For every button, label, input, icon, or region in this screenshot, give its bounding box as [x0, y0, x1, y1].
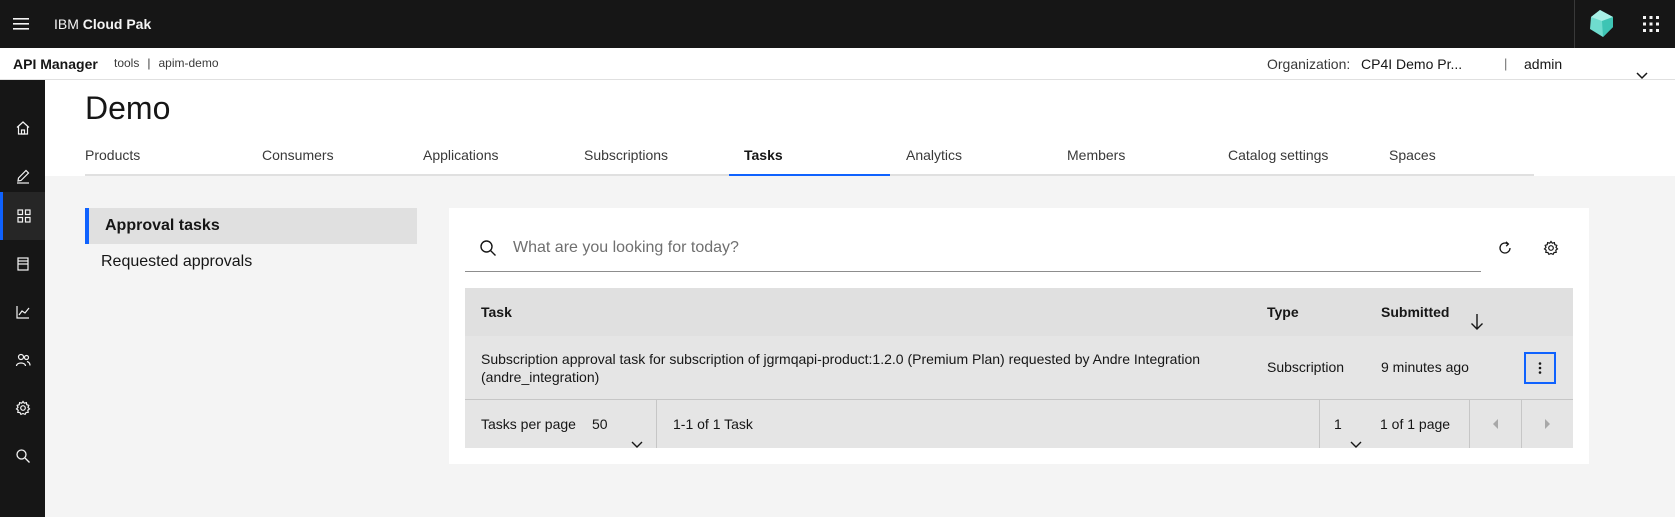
catalog-tabs: Products Consumers Applications Subscrip… — [85, 136, 1534, 176]
tab-label: Consumers — [262, 147, 334, 163]
tab-members[interactable]: Members — [1051, 136, 1212, 176]
tab-label: Spaces — [1389, 147, 1436, 163]
task-cell: Subscription approval task for subscript… — [481, 351, 1201, 385]
breadcrumb: tools | apim-demo — [114, 48, 219, 79]
tab-analytics[interactable]: Analytics — [890, 136, 1051, 176]
tab-label: Tasks — [744, 147, 783, 163]
search-icon — [479, 239, 497, 262]
page-header: Demo Products Consumers Applications Sub… — [45, 80, 1675, 176]
previous-page-icon[interactable] — [1470, 400, 1520, 448]
subnav-item-requested-approvals[interactable]: Requested approvals — [85, 244, 417, 280]
brand[interactable]: IBM Cloud Pak — [54, 0, 151, 48]
tab-label: Analytics — [906, 147, 963, 163]
organization-selector[interactable]: CP4I Demo Pr... — [1361, 48, 1491, 80]
secondary-header: API Manager tools | apim-demo Organization… — [0, 48, 1675, 80]
subnav-item-approval-tasks[interactable]: Approval tasks — [85, 208, 417, 244]
pager-divider — [1319, 400, 1320, 448]
organization-label: Organization: — [1267, 56, 1351, 72]
refresh-icon[interactable] — [1481, 224, 1529, 272]
column-header-type[interactable]: Type — [1267, 288, 1299, 336]
table-row[interactable]: Subscription approval task for subscript… — [465, 336, 1573, 400]
document-icon[interactable] — [0, 240, 45, 288]
side-navigation — [0, 80, 45, 517]
breadcrumb-item-apim-demo[interactable]: apim-demo — [158, 56, 218, 70]
type-cell: Subscription — [1267, 359, 1345, 375]
tab-products[interactable]: Products — [85, 136, 246, 176]
submitted-cell: 9 minutes ago — [1381, 359, 1469, 375]
brand-name: Cloud Pak — [82, 16, 152, 32]
pager-divider — [656, 400, 657, 448]
table-header: Task Type Submitted — [465, 288, 1573, 336]
overflow-menu-icon[interactable] — [1524, 352, 1556, 384]
next-page-icon[interactable] — [1522, 400, 1573, 448]
page-select-value: 1 — [1334, 416, 1342, 432]
analytics-icon[interactable] — [0, 288, 45, 336]
tab-label: Products — [85, 147, 141, 163]
table-search — [465, 224, 1481, 272]
page-title: Demo — [85, 90, 171, 126]
items-per-page-select[interactable]: 50 — [592, 400, 656, 448]
item-range: 1-1 of 1 Task — [673, 416, 753, 432]
breadcrumb-separator: | — [147, 56, 151, 70]
pagination: Tasks per page 50 1-1 of 1 Task 1 1 of 1… — [465, 400, 1573, 448]
tab-catalog-settings[interactable]: Catalog settings — [1212, 136, 1373, 176]
settings-icon[interactable] — [1527, 224, 1575, 272]
column-header-label: Submitted — [1381, 304, 1450, 320]
cloud-pak-logo-icon[interactable] — [1575, 0, 1627, 48]
chevron-down-icon — [1350, 420, 1362, 468]
breadcrumb-item-tools[interactable]: tools — [114, 56, 139, 70]
tab-subscriptions[interactable]: Subscriptions — [568, 136, 729, 176]
items-per-page-value: 50 — [592, 416, 608, 432]
tasks-table-card: Task Type Submitted Subscription approva… — [449, 208, 1589, 464]
home-icon[interactable] — [0, 104, 45, 152]
page-total: 1 of 1 page — [1380, 416, 1451, 432]
settings-icon[interactable] — [0, 384, 45, 432]
tab-label: Members — [1067, 147, 1126, 163]
user-menu[interactable]: admin — [1524, 48, 1658, 80]
app-switcher-icon[interactable] — [1627, 0, 1675, 48]
top-header: IBM Cloud Pak — [0, 0, 1675, 48]
tab-label: Applications — [423, 147, 499, 163]
header-actions — [1574, 0, 1675, 48]
tab-label: Catalog settings — [1228, 147, 1329, 163]
user-name: admin — [1524, 56, 1563, 72]
members-icon[interactable] — [0, 336, 45, 384]
tab-label: Subscriptions — [584, 147, 669, 163]
search-input[interactable] — [513, 224, 1463, 271]
tab-tasks[interactable]: Tasks — [729, 136, 890, 176]
items-per-page-label: Tasks per page — [481, 416, 576, 432]
tab-consumers[interactable]: Consumers — [246, 136, 407, 176]
brand-prefix: IBM — [54, 16, 79, 32]
page-select[interactable]: 1 — [1334, 400, 1374, 448]
tasks-subnav: Approval tasks Requested approvals — [85, 208, 417, 280]
column-header-submitted[interactable]: Submitted — [1381, 288, 1483, 336]
product-name[interactable]: API Manager — [13, 48, 98, 80]
menu-icon[interactable] — [0, 0, 42, 48]
catalog-icon[interactable] — [0, 192, 45, 240]
tab-spaces[interactable]: Spaces — [1373, 136, 1534, 176]
tab-applications[interactable]: Applications — [407, 136, 568, 176]
column-header-task[interactable]: Task — [481, 288, 512, 336]
header-separator: | — [1504, 56, 1508, 71]
search-icon[interactable] — [0, 432, 45, 480]
chevron-down-icon — [631, 420, 643, 468]
